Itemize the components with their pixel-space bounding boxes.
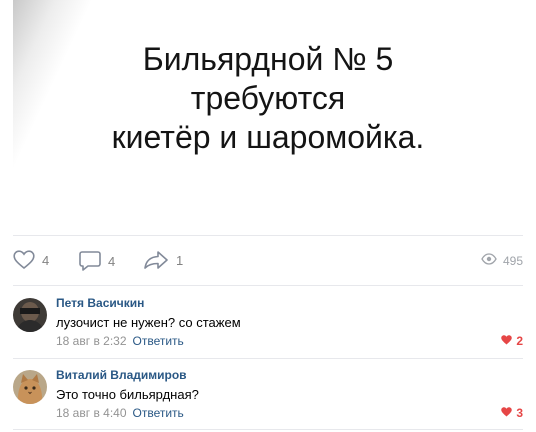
comment-icon: [79, 250, 101, 272]
comment-author[interactable]: Петя Васичкин: [56, 296, 144, 310]
divider: [13, 285, 523, 286]
comment-count: 4: [108, 253, 116, 269]
comment-like-button[interactable]: 3: [501, 406, 523, 420]
comment-button[interactable]: 4: [79, 250, 115, 272]
comment-time[interactable]: 18 авг в 4:40: [56, 406, 127, 420]
avatar[interactable]: [13, 298, 47, 332]
post-image-text: Бильярдной № 5 требуются киетёр и шаромо…: [13, 40, 523, 157]
comment-like-button[interactable]: 2: [501, 334, 523, 348]
comment-like-count: 2: [516, 334, 523, 348]
divider: [13, 429, 523, 430]
comment-meta: 18 авг в 4:40 Ответить: [56, 406, 184, 420]
post-text-line-2: требуются: [190, 80, 346, 116]
divider: [13, 235, 523, 236]
reply-button[interactable]: Ответить: [133, 406, 184, 420]
comment-like-count: 3: [516, 406, 523, 420]
comment-text: лузочист не нужен? со стажем: [56, 315, 241, 330]
like-count: 4: [42, 252, 50, 268]
eye-icon: [481, 253, 497, 268]
comment-meta: 18 авг в 2:32 Ответить: [56, 334, 184, 348]
share-count: 1: [176, 252, 184, 268]
heart-filled-icon: [501, 406, 513, 420]
divider: [13, 358, 523, 359]
avatar[interactable]: [13, 370, 47, 404]
share-icon: [143, 250, 169, 270]
views-count: 495: [502, 253, 523, 268]
comment-time[interactable]: 18 авг в 2:32: [56, 334, 127, 348]
share-button[interactable]: 1: [143, 250, 183, 270]
post-actions-bar: 4 4 1 495: [13, 250, 523, 274]
heart-filled-icon: [501, 334, 513, 348]
post-text-line-3: киетёр и шаромойка.: [111, 119, 425, 155]
reply-button[interactable]: Ответить: [133, 334, 184, 348]
comment-author[interactable]: Виталий Владимиров: [56, 368, 187, 382]
heart-icon: [13, 250, 35, 270]
like-button[interactable]: 4: [13, 250, 49, 270]
comment-text: Это точно бильярдная?: [56, 387, 199, 402]
views-counter: 495: [481, 253, 523, 268]
post-text-line-1: Бильярдной № 5: [142, 41, 394, 77]
